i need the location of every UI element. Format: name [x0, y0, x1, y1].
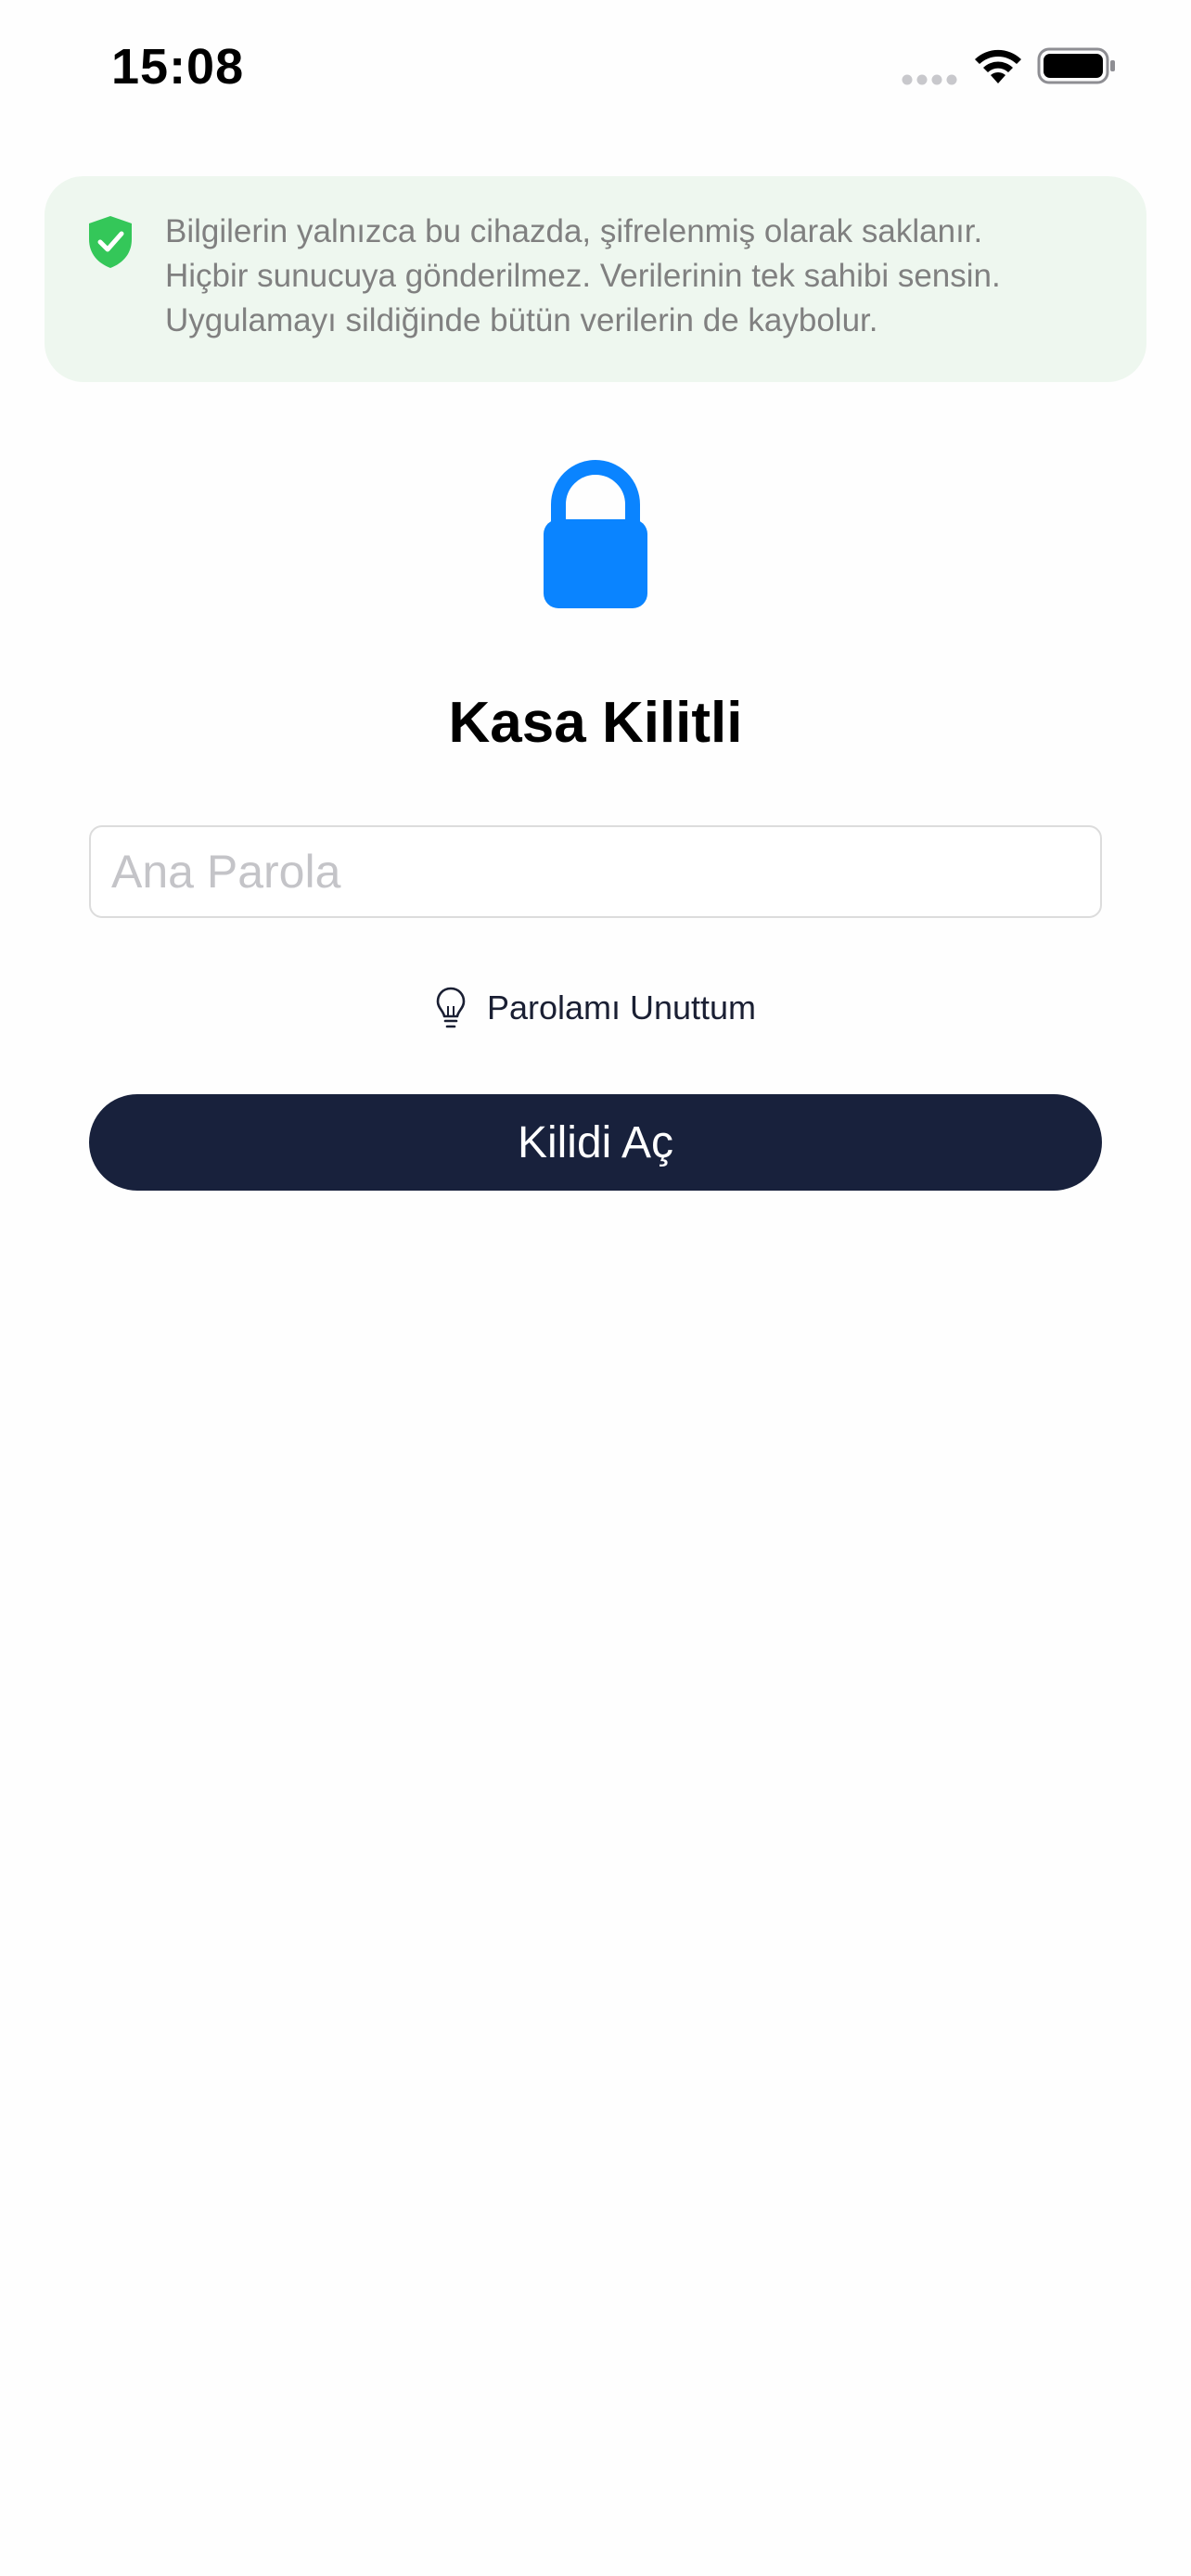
forgot-password-link[interactable]: Parolamı Unuttum [0, 981, 1191, 1035]
info-line-2: Hiçbir sunucuya gönderilmez. Verilerinin… [165, 258, 1001, 294]
wifi-icon [975, 49, 1021, 83]
lightbulb-icon [436, 987, 466, 1028]
status-time: 15:08 [111, 39, 245, 95]
lock-icon [544, 460, 647, 608]
unlock-screen: 15:08 Bilgilerin yalnızca bu cihazda, şi… [0, 0, 1191, 2576]
forgot-password-label: Parolamı Unuttum [486, 988, 757, 1027]
page-title: Kasa Kilitli [448, 691, 743, 755]
info-line-1: Bilgilerin yalnızca bu cihazda, şifrelen… [165, 213, 983, 249]
unlock-button[interactable]: Kilidi Aç [89, 1094, 1102, 1191]
info-line-3: Uygulamayı sildiğinde bütün verilerin de… [165, 302, 878, 338]
signal-dots-icon [902, 74, 957, 85]
master-password-input[interactable] [89, 825, 1102, 918]
battery-icon [1037, 47, 1115, 84]
privacy-info-text: Bilgilerin yalnızca bu cihazda, şifrelen… [165, 210, 1130, 343]
shield-check-icon [89, 216, 132, 268]
status-bar: 15:08 [0, 0, 1191, 139]
